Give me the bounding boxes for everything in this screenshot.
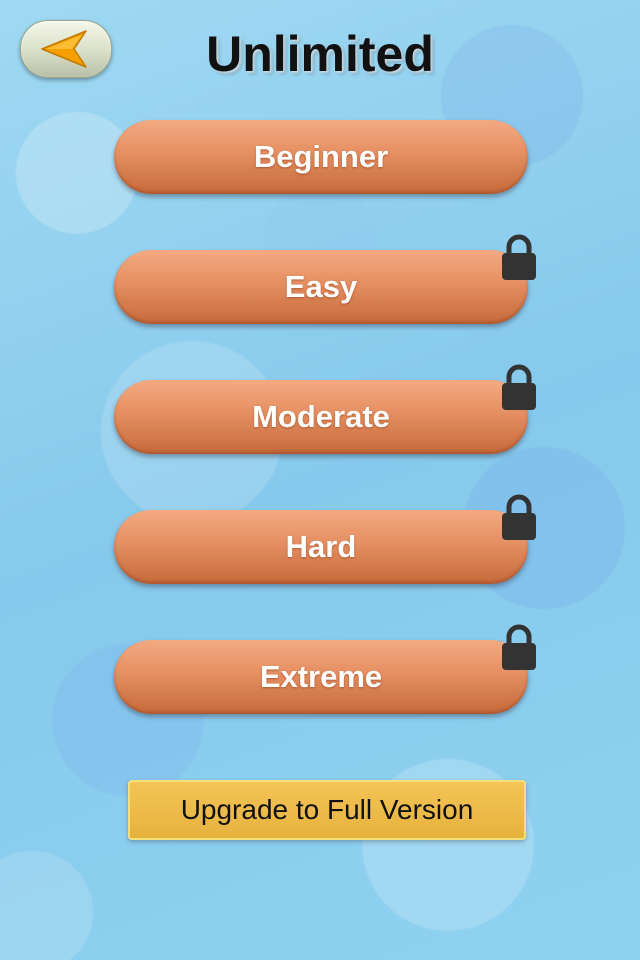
level-button-label: Beginner (253, 139, 389, 174)
lock-icon (502, 364, 536, 410)
level-button-hard[interactable]: Hard (114, 510, 528, 584)
back-arrow-icon (41, 30, 87, 68)
page-title: Unlimited (206, 26, 434, 82)
level-button-moderate[interactable]: Moderate (114, 380, 528, 454)
level-button-easy[interactable]: Easy (114, 250, 528, 324)
back-button[interactable] (20, 20, 112, 78)
level-button-label: Hard (285, 529, 357, 564)
lock-icon (502, 234, 536, 280)
lock-icon (502, 494, 536, 540)
upgrade-button-label: Upgrade to Full Version (180, 794, 474, 825)
level-button-label: Easy (284, 269, 358, 304)
level-button-label: Moderate (252, 399, 390, 434)
level-button-extreme[interactable]: Extreme (114, 640, 528, 714)
level-button-label: Extreme (259, 659, 383, 694)
upgrade-button[interactable]: Upgrade to Full Version (128, 780, 526, 840)
level-button-beginner[interactable]: Beginner (114, 120, 528, 194)
lock-icon (502, 624, 536, 670)
